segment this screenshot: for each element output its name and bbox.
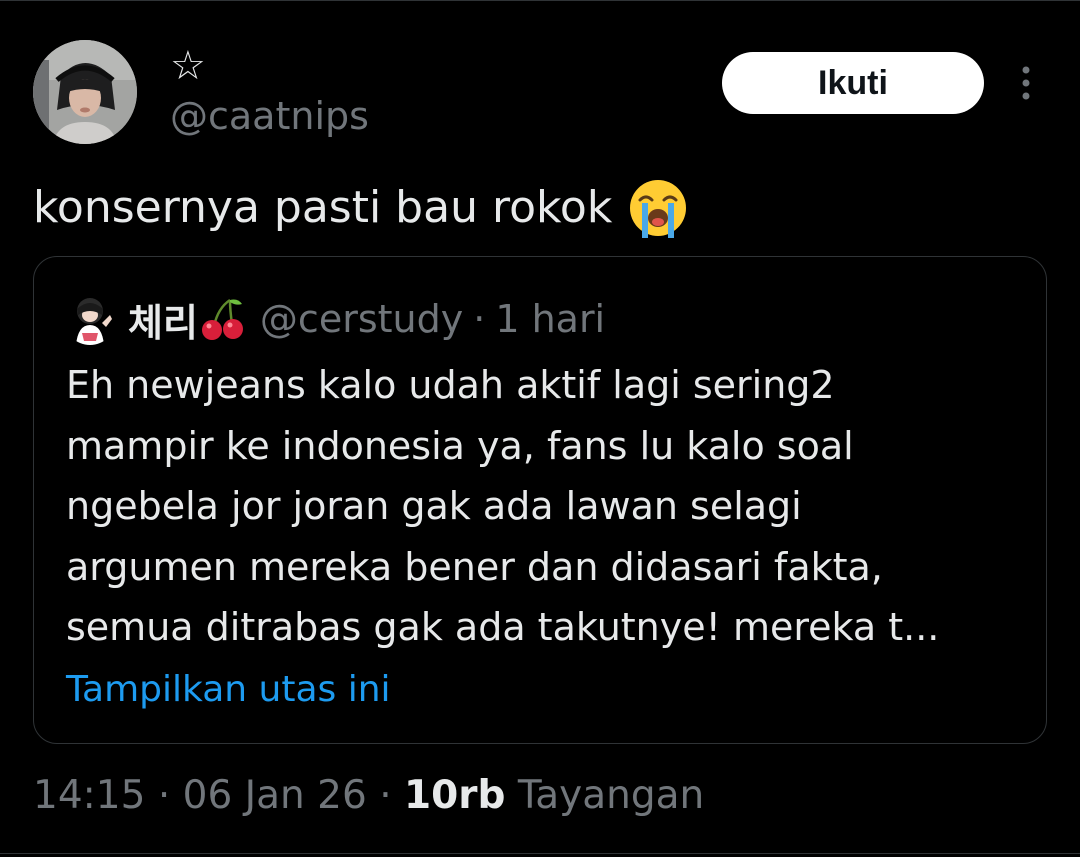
tweet-meta-row: 14:15 · 06 Jan 26 · 10rb Tayangan (33, 770, 704, 822)
more-vertical-icon (1022, 66, 1030, 100)
quoted-timestamp[interactable]: 1 hari (495, 297, 605, 341)
quoted-author-name[interactable]: 체리 (128, 292, 198, 347)
tweet-date[interactable]: 06 Jan 26 (183, 773, 367, 818)
cherry-emoji-icon (201, 298, 243, 340)
quoted-text-line: argumen mereka bener dan didasari fakta, (66, 544, 883, 589)
tweet-text: konsernya pasti bau rokok (33, 176, 690, 240)
quoted-avatar-icon (64, 293, 116, 345)
quoted-tweet-header: 체리 @cerstudy · 1 hari (64, 291, 605, 347)
tweet-text-content: konsernya pasti bau rokok (33, 182, 613, 233)
more-options-button[interactable] (1006, 62, 1046, 106)
bottom-divider (0, 853, 1080, 854)
tweet-time[interactable]: 14:15 (33, 773, 145, 818)
quoted-tweet-text: Eh newjeans kalo udah aktif lagi sering2… (66, 355, 1026, 658)
quoted-text-line: Eh newjeans kalo udah aktif lagi sering2 (66, 363, 835, 407)
meta-separator: · (379, 773, 392, 818)
quoted-text-line: semua ditrabas gak ada takutnye! mereka … (66, 605, 940, 649)
quoted-text-line: mampir ke indonesia ya, fans lu kalo soa… (66, 423, 854, 468)
follow-button[interactable]: Ikuti (722, 52, 984, 114)
meta-separator: · (157, 773, 171, 818)
quoted-author-avatar[interactable] (64, 293, 116, 345)
user-avatar-photo-icon (33, 40, 137, 144)
show-thread-link[interactable]: Tampilkan utas ini (66, 665, 391, 715)
views-label: Tayangan (517, 773, 705, 818)
quoted-separator: · (473, 297, 486, 341)
quoted-tweet-card[interactable]: 체리 @cerstudy · 1 hari Eh newjeans kalo u… (33, 256, 1047, 744)
quoted-text-line: ngebela jor joran gak ada lawan selagi (66, 484, 802, 528)
quoted-author-handle[interactable]: @cerstudy (260, 297, 463, 341)
top-divider (0, 0, 1080, 1)
author-handle[interactable]: @caatnips (170, 94, 369, 138)
author-display-name[interactable]: ☆ (170, 44, 206, 88)
author-avatar[interactable] (33, 40, 137, 144)
loudly-crying-face-emoji-icon (630, 180, 687, 238)
views-count: 10rb (404, 773, 506, 818)
